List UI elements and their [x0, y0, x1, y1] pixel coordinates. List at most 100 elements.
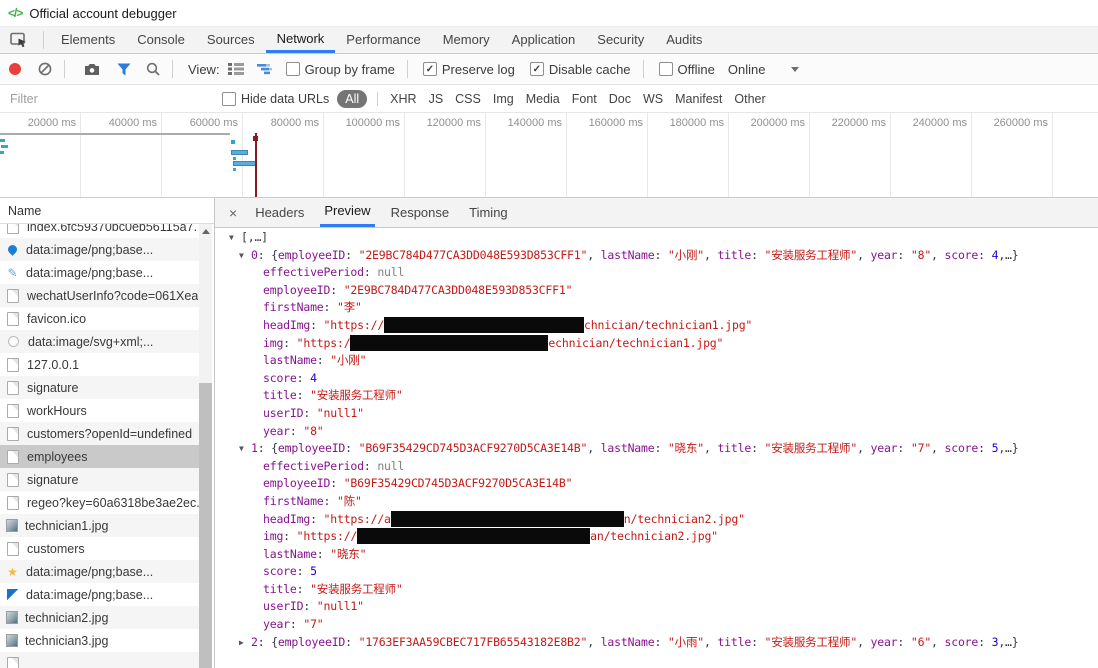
use-large-rows-icon[interactable]	[227, 63, 244, 75]
collapse-triangle-icon[interactable]: ▼	[229, 229, 241, 247]
filter-type-css[interactable]: CSS	[455, 92, 481, 106]
timeline-segment: 260000 ms	[972, 113, 1053, 197]
request-row[interactable]: data:image/png;base...	[0, 238, 200, 261]
json-value: "null1"	[316, 405, 364, 420]
request-row[interactable]: workHours	[0, 399, 200, 422]
offline-toggle[interactable]: Offline	[658, 62, 715, 77]
filter-type-all[interactable]: All	[337, 89, 368, 108]
document-icon	[7, 449, 19, 464]
preview-line: title: "安装服务工程师"	[215, 581, 1098, 599]
json-key: 2	[251, 634, 258, 649]
filter-input[interactable]	[8, 90, 210, 107]
preview-line: ▼ 1: {employeeID: "B69F35429CD745D3ACF927…	[215, 440, 1098, 458]
json-value: :	[363, 265, 378, 280]
request-row[interactable]: signature	[0, 468, 200, 491]
request-row[interactable]: data:image/png;base...	[0, 583, 200, 606]
divider	[64, 60, 65, 78]
offline-checkbox[interactable]	[658, 62, 673, 76]
detail-tab-bar: × Headers Preview Response Timing	[215, 198, 1098, 228]
chevron-down-icon[interactable]	[791, 66, 800, 72]
tab-network[interactable]: Network	[265, 27, 336, 53]
clear-icon[interactable]	[38, 62, 52, 76]
request-list-scrollbar[interactable]	[199, 224, 212, 668]
json-value: :	[316, 353, 331, 368]
tab-performance[interactable]: Performance	[335, 27, 431, 53]
request-row[interactable]: wechatUserInfo?code=061Xea	[0, 284, 200, 307]
preserve-log-checkbox[interactable]	[422, 62, 437, 76]
name-column-header[interactable]: Name	[0, 198, 214, 224]
disable-cache-checkbox[interactable]	[529, 62, 544, 76]
json-key: score	[263, 370, 297, 385]
tab-application[interactable]: Application	[501, 27, 587, 53]
request-row[interactable]: data:image/svg+xml;...	[0, 330, 200, 353]
show-waterfall-icon[interactable]	[256, 63, 273, 75]
request-row[interactable]: data:image/png;base...	[0, 261, 200, 284]
tab-preview[interactable]: Preview	[320, 198, 375, 227]
request-row[interactable]: technician3.jpg	[0, 629, 200, 652]
tab-audits[interactable]: Audits	[655, 27, 713, 53]
filter-funnel-icon[interactable]	[117, 63, 131, 76]
redacted-url	[350, 334, 549, 351]
json-value: :	[978, 247, 992, 262]
json-value: ,	[587, 634, 601, 649]
tab-elements[interactable]: Elements	[50, 27, 126, 53]
request-row[interactable]: 127.0.0.1	[0, 353, 200, 376]
timeline-overview[interactable]: 20000 ms 40000 ms 60000 ms 80000 ms 100000 m…	[0, 113, 1098, 198]
tab-headers[interactable]: Headers	[251, 198, 308, 227]
preview-line: effectivePeriod: null	[215, 264, 1098, 282]
filter-type-other[interactable]: Other	[734, 92, 765, 106]
json-value: :	[897, 247, 911, 262]
json-value: :	[296, 370, 311, 385]
request-row[interactable]: index.6fc59370bc0eb56115a7.	[0, 224, 200, 238]
expand-triangle-icon[interactable]: ▶	[239, 634, 251, 652]
group-by-frame-toggle[interactable]: Group by frame	[285, 62, 395, 77]
request-row[interactable]: customers	[0, 537, 200, 560]
filter-type-xhr[interactable]: XHR	[390, 92, 416, 106]
tab-security[interactable]: Security	[586, 27, 655, 53]
tab-console[interactable]: Console	[126, 27, 196, 53]
collapse-triangle-icon[interactable]: ▼	[239, 440, 251, 458]
throttling-value[interactable]: Online	[728, 62, 766, 77]
record-icon[interactable]	[9, 63, 21, 75]
request-row[interactable]: regeo?key=60a6318be3ae2ec.	[0, 491, 200, 514]
json-value: n/technician2.jpg"	[623, 511, 745, 526]
hide-data-urls-checkbox[interactable]	[222, 91, 236, 106]
request-row[interactable]: customers?openId=undefined	[0, 422, 200, 445]
request-row[interactable]	[0, 652, 200, 668]
filter-type-font[interactable]: Font	[572, 92, 597, 106]
json-value: 4	[310, 370, 317, 385]
scrollbar-thumb[interactable]	[199, 383, 212, 668]
filter-type-ws[interactable]: WS	[643, 92, 663, 106]
json-value: :	[978, 634, 992, 649]
filter-type-js[interactable]: JS	[429, 92, 444, 106]
preview-line: lastName: "晓东"	[215, 546, 1098, 564]
filter-type-img[interactable]: Img	[493, 92, 514, 106]
request-row[interactable]: favicon.ico	[0, 307, 200, 330]
request-row[interactable]: data:image/png;base...	[0, 560, 200, 583]
request-row[interactable]: employees	[0, 445, 200, 468]
filter-type-media[interactable]: Media	[526, 92, 560, 106]
disable-cache-toggle[interactable]: Disable cache	[529, 62, 631, 77]
request-row[interactable]: technician1.jpg	[0, 514, 200, 537]
timeline-tick-label: 20000 ms	[27, 117, 76, 129]
close-icon[interactable]: ×	[229, 205, 237, 221]
view-label: View:	[188, 61, 220, 77]
tab-response[interactable]: Response	[387, 198, 454, 227]
preserve-log-toggle[interactable]: Preserve log	[422, 62, 515, 77]
tab-memory[interactable]: Memory	[432, 27, 501, 53]
tab-timing[interactable]: Timing	[465, 198, 512, 227]
screenshot-camera-icon[interactable]	[84, 63, 100, 76]
filter-type-doc[interactable]: Doc	[609, 92, 631, 106]
filter-type-manifest[interactable]: Manifest	[675, 92, 722, 106]
inspect-element-icon[interactable]	[10, 32, 28, 48]
tab-sources[interactable]: Sources	[196, 27, 266, 53]
group-by-frame-checkbox[interactable]	[285, 62, 300, 76]
request-row[interactable]: signature	[0, 376, 200, 399]
search-icon[interactable]	[146, 62, 160, 76]
scroll-up-icon[interactable]	[199, 224, 212, 238]
hide-data-urls-label[interactable]: Hide data URLs	[241, 92, 329, 106]
collapse-triangle-icon[interactable]: ▼	[239, 247, 251, 265]
request-row[interactable]: technician2.jpg	[0, 606, 200, 629]
json-key: score	[944, 634, 979, 649]
json-value: "https://a	[323, 511, 391, 526]
